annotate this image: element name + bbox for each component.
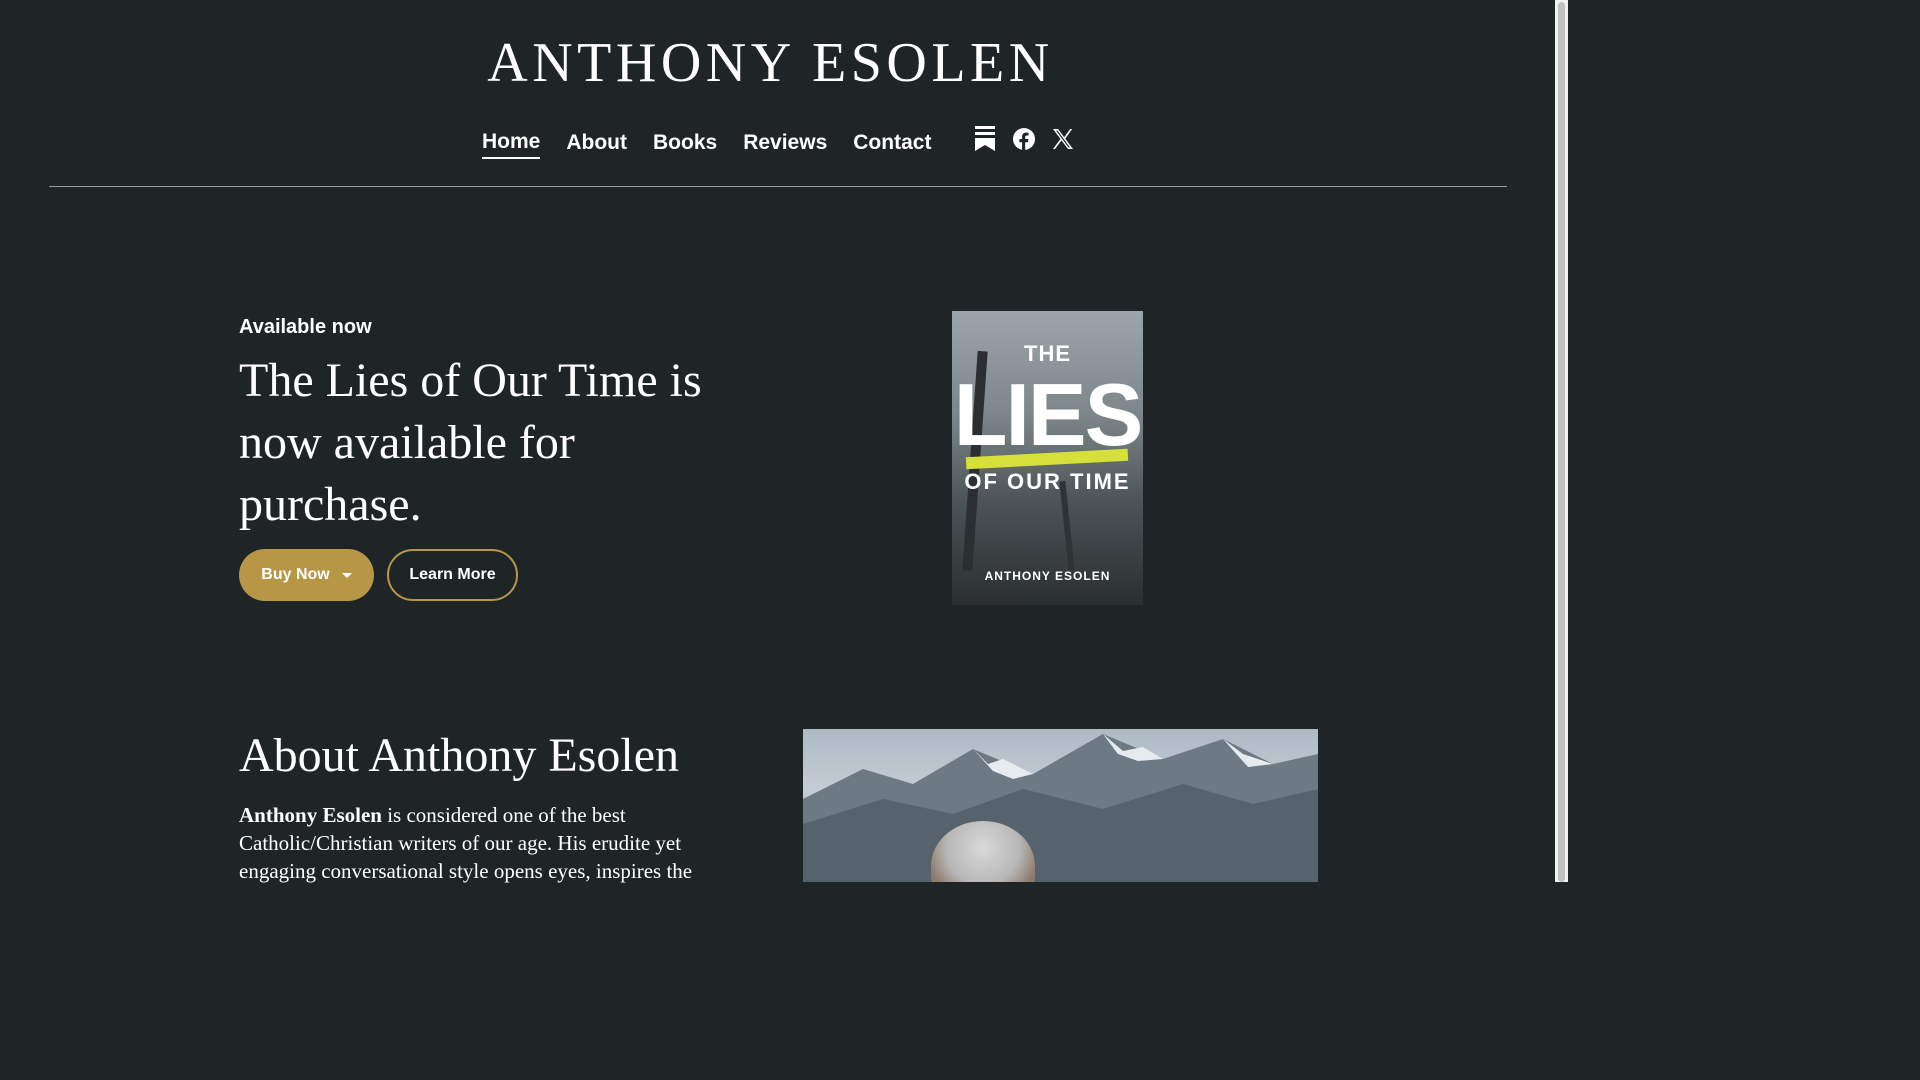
header-divider — [49, 186, 1507, 187]
scrollbar-thumb[interactable] — [1558, 2, 1565, 882]
nav-books[interactable]: Books — [653, 128, 717, 158]
learn-more-button[interactable]: Learn More — [387, 549, 518, 601]
about-author-name: Anthony Esolen — [239, 803, 382, 827]
chevron-down-icon — [341, 572, 352, 578]
cover-title-line3: OF OUR TIME — [964, 469, 1131, 494]
buy-now-button[interactable]: Buy Now — [239, 549, 374, 601]
site-title[interactable]: ANTHONY ESOLEN — [0, 30, 1541, 96]
x-twitter-icon[interactable] — [1050, 126, 1076, 152]
hero-eyebrow: Available now — [239, 316, 372, 338]
facebook-icon[interactable] — [1011, 126, 1037, 152]
book-cover-image[interactable]: THE LIES OF OUR TIME ANTHONY ESOLEN — [952, 311, 1143, 605]
social-links — [972, 126, 1089, 152]
cover-author: ANTHONY ESOLEN — [984, 569, 1111, 583]
nav-home[interactable]: Home — [482, 127, 541, 159]
main-nav: Home About Books Reviews Contact — [482, 126, 957, 160]
nav-about[interactable]: About — [566, 128, 627, 158]
nav-contact[interactable]: Contact — [853, 128, 931, 158]
cover-title-line2: LIES — [953, 365, 1143, 464]
buy-now-label: Buy Now — [261, 566, 330, 583]
about-heading: About Anthony Esolen — [239, 729, 679, 782]
page-scrollbar[interactable] — [1555, 0, 1568, 882]
nav-reviews[interactable]: Reviews — [743, 128, 827, 158]
author-photo — [803, 729, 1318, 882]
about-paragraph: Anthony Esolen is considered one of the … — [239, 801, 729, 885]
cover-title-line1: THE — [1024, 341, 1071, 366]
hero-headline: The Lies of Our Time is now available fo… — [239, 354, 702, 531]
substack-icon[interactable] — [972, 126, 998, 152]
